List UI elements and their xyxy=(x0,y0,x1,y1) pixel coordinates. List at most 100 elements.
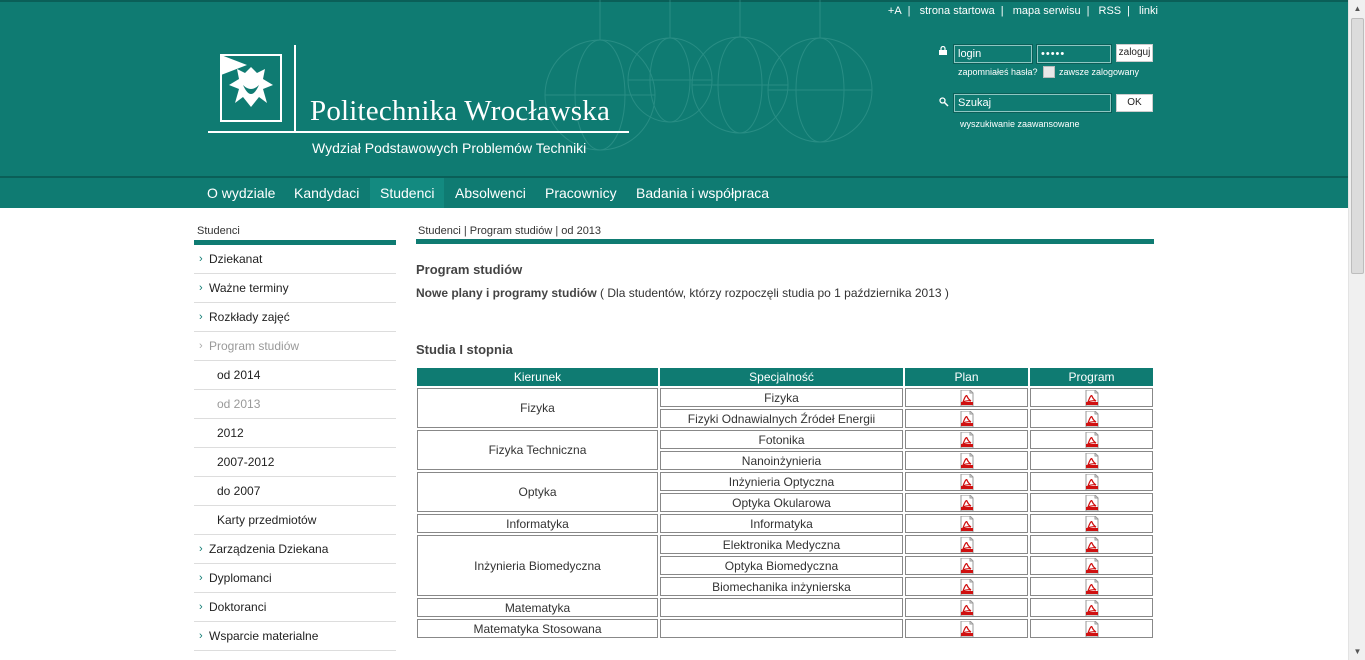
nav-item-studenci[interactable]: Studenci xyxy=(370,178,445,208)
decorative-globes xyxy=(544,0,873,151)
rss-link[interactable]: RSS xyxy=(1099,5,1122,17)
sidebar-item-label: Dyplomanci xyxy=(209,571,272,585)
pdf-icon[interactable] xyxy=(1085,494,1099,511)
site-header: +A | strona startowa | mapa serwisu | RSS | … xyxy=(0,0,1348,178)
intro-text: Nowe plany i programy studiów ( Dla stud… xyxy=(416,286,1154,300)
cell-program xyxy=(1030,514,1153,533)
cell-specjalnosc: Fizyka xyxy=(660,388,903,407)
sidebar-item[interactable]: › Rozkłady zajęć xyxy=(194,303,396,332)
table-row: Matematyka Stosowana xyxy=(417,619,1153,638)
sidebar-list: › Dziekanat › Ważne terminy › Rozkłady zajęć ›… xyxy=(194,245,396,651)
intro-rest: ( Dla studentów, którzy rozpoczęli studi… xyxy=(596,286,949,300)
cell-plan xyxy=(905,388,1028,407)
search-input[interactable]: Szukaj xyxy=(953,93,1112,113)
pdf-icon[interactable] xyxy=(960,620,974,637)
pdf-icon[interactable] xyxy=(960,515,974,532)
pdf-icon[interactable] xyxy=(1085,410,1099,427)
sidebar-item[interactable]: do 2007 xyxy=(194,477,396,506)
nav-item-kandydaci[interactable]: Kandydaci xyxy=(284,178,369,208)
links-link[interactable]: linki xyxy=(1139,5,1158,17)
sidebar-item[interactable]: › Program studiów xyxy=(194,332,396,361)
pdf-icon[interactable] xyxy=(960,389,974,406)
login-button[interactable]: zaloguj xyxy=(1116,44,1153,62)
cell-program xyxy=(1030,598,1153,617)
cell-specjalnosc: Optyka Biomedyczna xyxy=(660,556,903,575)
pdf-icon[interactable] xyxy=(960,410,974,427)
scroll-up-arrow-icon[interactable]: ▲ xyxy=(1349,0,1365,17)
sidebar-item[interactable]: od 2014 xyxy=(194,361,396,390)
pdf-icon[interactable] xyxy=(1085,620,1099,637)
sidebar-item[interactable]: Karty przedmiotów xyxy=(194,506,396,535)
cell-kierunek: Informatyka xyxy=(417,514,658,533)
cell-plan xyxy=(905,472,1028,491)
pdf-icon[interactable] xyxy=(1085,578,1099,595)
pdf-icon[interactable] xyxy=(960,536,974,553)
section-title: Studia I stopnia xyxy=(416,342,513,357)
site-title[interactable]: Politechnika Wrocławska xyxy=(310,95,610,128)
remember-me-checkbox[interactable] xyxy=(1043,66,1055,78)
password-input[interactable]: ••••• xyxy=(1036,44,1112,64)
university-logo-icon[interactable] xyxy=(207,45,297,133)
forgot-password-link[interactable]: zapomniałeś hasła? xyxy=(958,67,1038,77)
pdf-icon[interactable] xyxy=(1085,452,1099,469)
pdf-icon[interactable] xyxy=(1085,431,1099,448)
cell-plan xyxy=(905,619,1028,638)
pdf-icon[interactable] xyxy=(960,473,974,490)
sidebar-item[interactable]: 2012 xyxy=(194,419,396,448)
pdf-icon[interactable] xyxy=(960,452,974,469)
pdf-icon[interactable] xyxy=(1085,536,1099,553)
sidebar-item[interactable]: › Zarządzenia Dziekana xyxy=(194,535,396,564)
nav-item-o-wydziale[interactable]: O wydziale xyxy=(197,178,285,208)
sidebar-item[interactable]: › Ważne terminy xyxy=(194,274,396,303)
cell-specjalnosc: Informatyka xyxy=(660,514,903,533)
cell-program xyxy=(1030,577,1153,596)
sidebar-item-label: Karty przedmiotów xyxy=(217,513,317,527)
sidebar-item[interactable]: 2007-2012 xyxy=(194,448,396,477)
pdf-icon[interactable] xyxy=(1085,389,1099,406)
pdf-icon[interactable] xyxy=(960,599,974,616)
sidebar-item[interactable]: › Dziekanat xyxy=(194,245,396,274)
pdf-icon[interactable] xyxy=(1085,557,1099,574)
pdf-icon[interactable] xyxy=(960,494,974,511)
main-nav: O wydziale Kandydaci Studenci Absolwenci… xyxy=(0,178,1348,208)
col-header-specjalnosc: Specjalność xyxy=(660,368,903,386)
home-link[interactable]: strona startowa xyxy=(920,5,995,17)
nav-item-absolwenci[interactable]: Absolwenci xyxy=(445,178,536,208)
search-button[interactable]: OK xyxy=(1116,94,1153,112)
pdf-icon[interactable] xyxy=(1085,473,1099,490)
advanced-search-link[interactable]: wyszukiwanie zaawansowane xyxy=(960,119,1080,129)
main-content: Studenci | Program studiów | od 2013 Pro… xyxy=(416,225,1154,640)
sidebar-item-label: Ważne terminy xyxy=(209,281,289,295)
nav-item-badania[interactable]: Badania i współpraca xyxy=(626,178,779,208)
pdf-icon[interactable] xyxy=(1085,599,1099,616)
sidebar-item-label: od 2014 xyxy=(217,368,261,382)
sidebar-item[interactable]: od 2013 xyxy=(194,390,396,419)
cell-program xyxy=(1030,535,1153,554)
pdf-icon[interactable] xyxy=(1085,515,1099,532)
pdf-icon[interactable] xyxy=(960,557,974,574)
scroll-down-arrow-icon[interactable]: ▼ xyxy=(1349,643,1365,660)
chevron-right-icon: › xyxy=(199,253,203,265)
nav-item-pracownicy[interactable]: Pracownicy xyxy=(535,178,627,208)
font-size-link[interactable]: +A xyxy=(888,5,902,17)
pdf-icon[interactable] xyxy=(960,431,974,448)
sidebar-item-label: Zarządzenia Dziekana xyxy=(209,542,329,556)
scroll-thumb[interactable] xyxy=(1351,18,1364,274)
sidebar-item-label: 2007-2012 xyxy=(217,455,275,469)
pdf-icon[interactable] xyxy=(960,578,974,595)
sidebar-item[interactable]: › Wsparcie materialne xyxy=(194,622,396,651)
sidebar-item[interactable]: › Dyplomanci xyxy=(194,564,396,593)
sitemap-link[interactable]: mapa serwisu xyxy=(1013,5,1081,17)
cell-program xyxy=(1030,556,1153,575)
sidebar-item-label: Doktoranci xyxy=(209,600,267,614)
cell-plan xyxy=(905,556,1028,575)
login-input[interactable]: login xyxy=(953,44,1033,64)
sidebar-heading: Studenci xyxy=(197,225,240,237)
vertical-scrollbar[interactable]: ▲ ▼ xyxy=(1348,0,1365,660)
cell-specjalnosc: Fotonika xyxy=(660,430,903,449)
sidebar-item[interactable]: › Doktoranci xyxy=(194,593,396,622)
programs-table-body: Fizyka Fizyka Fizyki Odnawialnych Źródeł E… xyxy=(417,388,1153,638)
breadcrumb[interactable]: Studenci | Program studiów | od 2013 xyxy=(416,225,1154,239)
table-row: Inżynieria Biomedyczna Elektronika Medycz… xyxy=(417,535,1153,596)
table-row: Fizyka Techniczna Fotonika xyxy=(417,430,1153,470)
